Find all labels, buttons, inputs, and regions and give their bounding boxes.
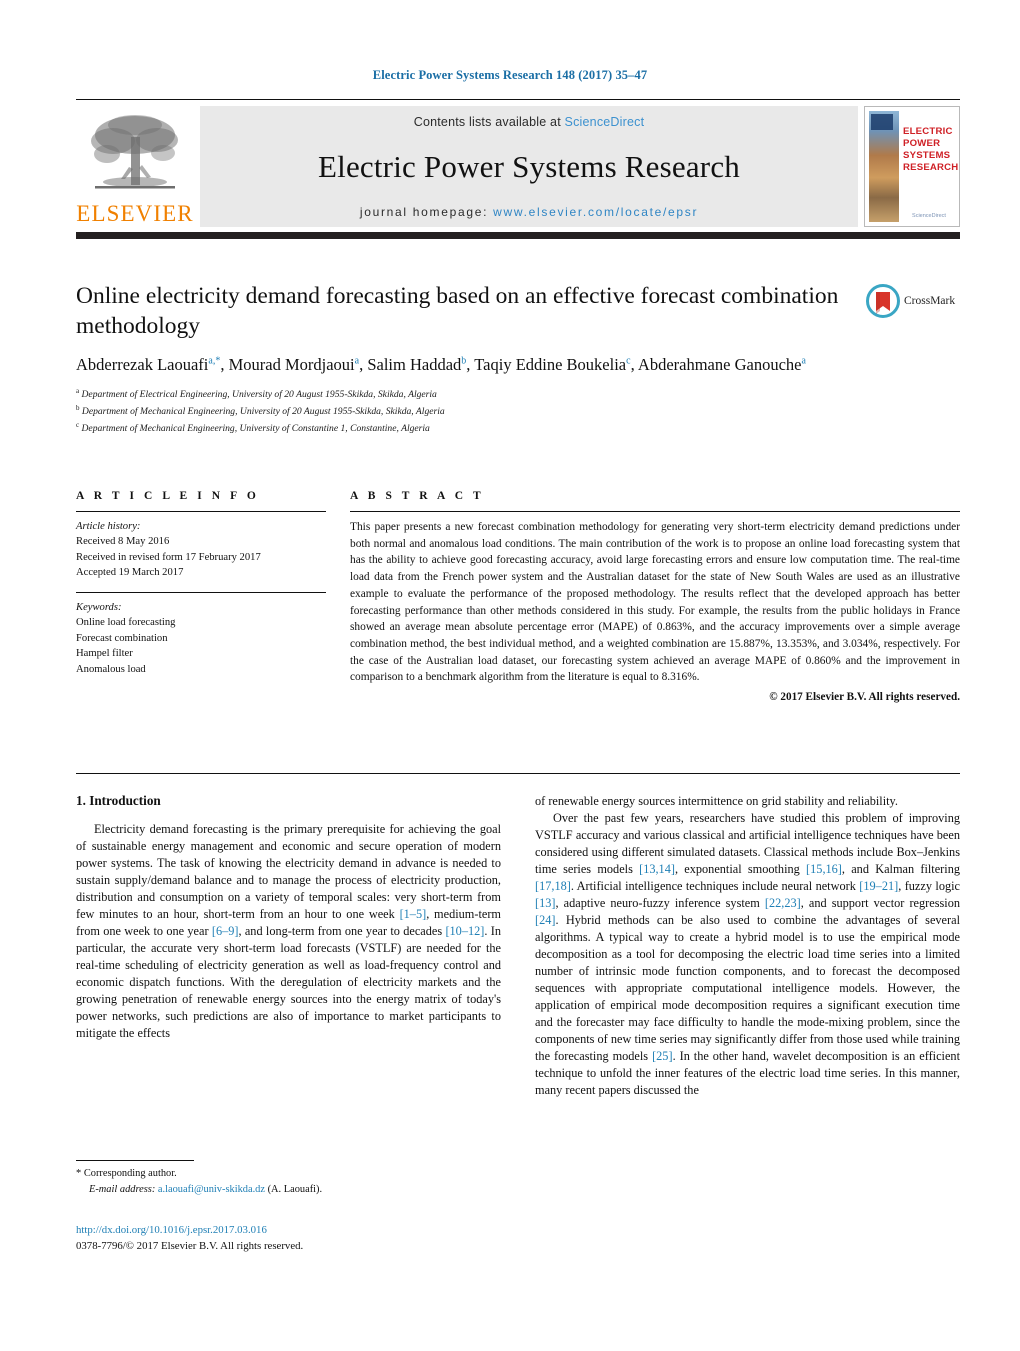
abstract-heading: A B S T R A C T <box>350 490 485 502</box>
issn-copyright-line: 0378-7796/© 2017 Elsevier B.V. All right… <box>76 1240 304 1253</box>
citation-link[interactable]: [25] <box>652 1049 673 1063</box>
body-two-columns: 1. Introduction Electricity demand forec… <box>76 793 960 1099</box>
history-item: Received 8 May 2016 <box>76 536 170 548</box>
affiliation-item: a Department of Electrical Engineering, … <box>76 387 437 401</box>
homepage-prefix: journal homepage: <box>359 205 494 219</box>
journal-title: Electric Power Systems Research <box>318 149 740 184</box>
journal-masthead: ELSEVIER Contents lists available at Sci… <box>76 99 960 239</box>
affiliation-mark: a <box>76 387 80 396</box>
keyword-item: Hampel filter <box>76 648 133 660</box>
citation-link[interactable]: [17,18] <box>535 879 571 893</box>
keyword-item: Online load forecasting <box>76 617 176 629</box>
contents-prefix: Contents lists available at <box>413 115 565 129</box>
history-item: Received in revised form 17 February 201… <box>76 551 261 563</box>
body-column-right: of renewable energy sources intermittenc… <box>535 793 960 1099</box>
intro-paragraph-2: Over the past few years, researchers hav… <box>535 811 960 1098</box>
elsevier-logo: ELSEVIER <box>76 106 194 227</box>
corresponding-marker: * <box>76 1168 82 1179</box>
masthead-bottom-bar <box>76 232 960 239</box>
citation-link[interactable]: [10–12] <box>445 924 484 938</box>
keyword-item: Anomalous load <box>76 663 146 675</box>
author-list: Abderrezak Laouafia,*, Mourad Mordjaouia… <box>76 355 806 375</box>
doi-block: http://dx.doi.org/10.1016/j.epsr.2017.03… <box>76 1222 576 1254</box>
corresponding-label: Corresponding author. <box>83 1168 177 1179</box>
article-info-heading: A R T I C L E I N F O <box>76 490 260 502</box>
citation-link[interactable]: [19–21] <box>859 879 898 893</box>
cover-photo-strip <box>869 111 899 222</box>
abstract-copyright: © 2017 Elsevier B.V. All rights reserved… <box>769 691 960 704</box>
affiliation-list: a Department of Electrical Engineering, … <box>76 386 960 436</box>
email-owner: (A. Laouafi). <box>267 1183 323 1195</box>
journal-cover-thumbnail: ELECTRIC POWER SYSTEMS RESEARCH ScienceD… <box>864 106 960 227</box>
masthead-top-rule <box>76 99 960 100</box>
corresponding-author-line: * Corresponding author. <box>76 1166 501 1182</box>
cover-title: ELECTRIC POWER SYSTEMS RESEARCH <box>903 126 959 173</box>
page-title: Online electricity demand forecasting ba… <box>76 283 839 339</box>
email-line: E-mail address: a.laouafi@univ-skikda.dz… <box>76 1182 501 1198</box>
keyword-item: Forecast combination <box>76 632 168 644</box>
article-title-block: Online electricity demand forecasting ba… <box>76 282 960 437</box>
citation-link[interactable]: [1–5] <box>400 907 427 921</box>
body-column-left: 1. Introduction Electricity demand forec… <box>76 793 501 1099</box>
citation-link[interactable]: [13,14] <box>639 862 675 876</box>
info-abstract-region: A R T I C L E I N F O Article history: R… <box>76 490 960 703</box>
journal-homepage-line: journal homepage: www.elsevier.com/locat… <box>360 205 698 219</box>
footnote-text: * Corresponding author. E-mail address: … <box>76 1166 501 1197</box>
affiliation-mark: b <box>76 404 80 413</box>
citation-link[interactable]: [13] <box>535 896 556 910</box>
doi-link[interactable]: http://dx.doi.org/10.1016/j.epsr.2017.03… <box>76 1222 576 1238</box>
elsevier-wordmark: ELSEVIER <box>76 201 194 226</box>
article-history-label: Article history: <box>76 521 141 532</box>
footnote-rule <box>76 1160 194 1161</box>
paper-page: Electric Power Systems Research 148 (201… <box>0 0 1020 1351</box>
corresponding-author-footnote: * Corresponding author. E-mail address: … <box>76 1160 501 1197</box>
journal-banner: Contents lists available at ScienceDirec… <box>200 106 858 227</box>
citation-link[interactable]: [22,23] <box>765 896 801 910</box>
cover-footer-logo: ScienceDirect <box>912 213 946 219</box>
abstract-rule <box>350 511 960 512</box>
affiliation-mark: c <box>76 421 80 430</box>
crossmark-label: CrossMark <box>904 295 956 307</box>
article-history: Article history: Received 8 May 2016 Rec… <box>76 519 326 581</box>
section-title-introduction: 1. Introduction <box>76 793 161 808</box>
contents-line: Contents lists available at ScienceDirec… <box>414 115 645 129</box>
citation-link[interactable]: [6–9] <box>212 924 239 938</box>
intro-paragraph-1: Electricity demand forecasting is the pr… <box>76 822 501 1041</box>
citation-link[interactable]: [24] <box>535 913 556 927</box>
article-info-rule <box>76 511 326 512</box>
intro-paragraph-1-continued: of renewable energy sources intermittenc… <box>535 794 898 808</box>
keywords-rule <box>76 591 326 593</box>
crossmark-icon <box>866 284 900 318</box>
crossmark-badge[interactable]: CrossMark <box>866 284 962 318</box>
journal-homepage-link[interactable]: www.elsevier.com/locate/epsr <box>493 205 698 219</box>
email-label: E-mail address: <box>89 1183 156 1195</box>
elsevier-tree-icon <box>91 115 178 189</box>
affiliation-item: c Department of Mechanical Engineering, … <box>76 421 430 435</box>
abstract-text: This paper presents a new forecast combi… <box>350 521 960 684</box>
keywords-block: Keywords: Online load forecasting Foreca… <box>76 600 326 677</box>
email-link[interactable]: a.laouafi@univ-skikda.dz <box>158 1184 265 1195</box>
abstract-column: A B S T R A C T This paper presents a ne… <box>350 490 960 703</box>
sciencedirect-link[interactable]: ScienceDirect <box>565 115 645 129</box>
abstract-bottom-rule <box>76 773 960 774</box>
citation-link[interactable]: [15,16] <box>806 862 842 876</box>
keywords-label: Keywords: <box>76 601 122 613</box>
running-head: Electric Power Systems Research 148 (201… <box>372 68 648 82</box>
article-info-column: A R T I C L E I N F O Article history: R… <box>76 490 326 703</box>
affiliation-item: b Department of Mechanical Engineering, … <box>76 404 445 418</box>
history-item: Accepted 19 March 2017 <box>76 567 184 579</box>
